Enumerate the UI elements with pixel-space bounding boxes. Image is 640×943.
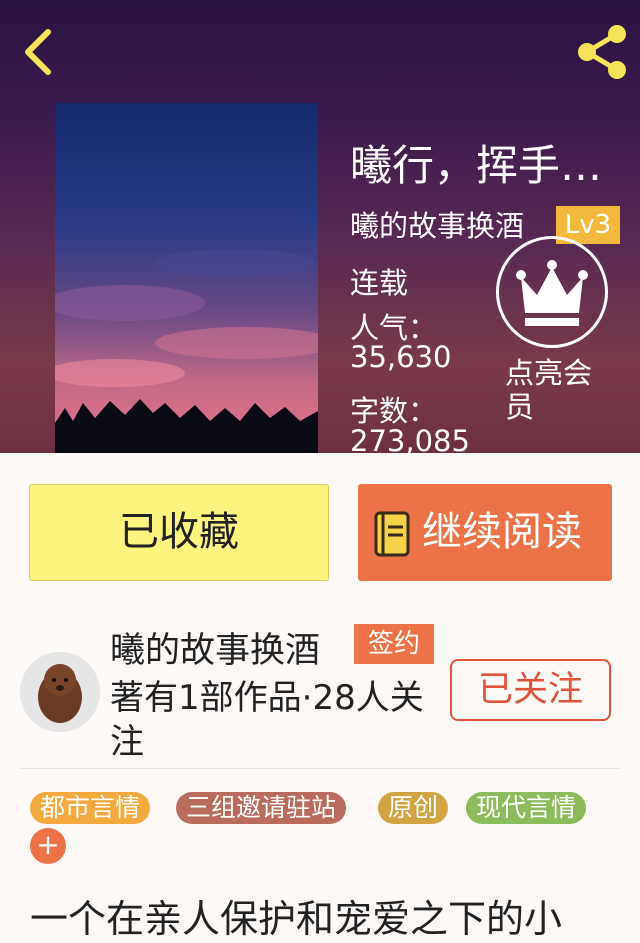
book-status: 连载 — [350, 266, 409, 300]
popularity-value: 35,630 — [350, 340, 452, 374]
favorited-button[interactable]: 已收藏 — [29, 484, 329, 581]
divider — [20, 768, 620, 769]
tag-item[interactable]: 三组邀请驻站 — [176, 792, 347, 824]
book-icon — [374, 511, 410, 557]
avatar-image — [20, 652, 100, 732]
book-header: 曦行，挥手… 曦的故事换酒 Lv3 连载 人气： 35,630 字数： 273,… — [0, 0, 640, 453]
book-description: 一个在亲人保护和宠爱之下的小 — [30, 897, 563, 941]
tag-item[interactable]: 都市言情 — [30, 792, 151, 824]
member-label[interactable]: 点亮会员 — [505, 356, 615, 424]
continue-reading-label: 继续阅读 — [422, 509, 582, 555]
member-button[interactable] — [496, 236, 608, 348]
tag-item[interactable]: 原创 — [378, 792, 449, 824]
author-meta: 著有1部作品·28人关注 — [110, 678, 424, 762]
cover-image — [55, 103, 318, 453]
wordcount-value: 273,085 — [350, 424, 470, 453]
share-button[interactable] — [572, 24, 632, 80]
book-cover[interactable] — [55, 103, 318, 453]
continue-reading-button[interactable]: 继续阅读 — [358, 484, 612, 581]
followed-button[interactable]: 已关注 — [450, 659, 611, 721]
signed-badge: 签约 — [354, 624, 434, 664]
add-tag-button[interactable]: + — [30, 828, 66, 864]
chevron-left-icon — [25, 29, 51, 75]
tag-item[interactable]: 现代言情 — [466, 792, 587, 824]
share-icon — [578, 25, 626, 79]
back-button[interactable] — [20, 26, 60, 78]
book-title: 曦行，挥手… — [350, 141, 603, 190]
book-author[interactable]: 曦的故事换酒 — [350, 203, 524, 245]
crown-icon — [516, 260, 588, 326]
avatar[interactable] — [20, 652, 100, 732]
author-name[interactable]: 曦的故事换酒 — [110, 622, 320, 673]
